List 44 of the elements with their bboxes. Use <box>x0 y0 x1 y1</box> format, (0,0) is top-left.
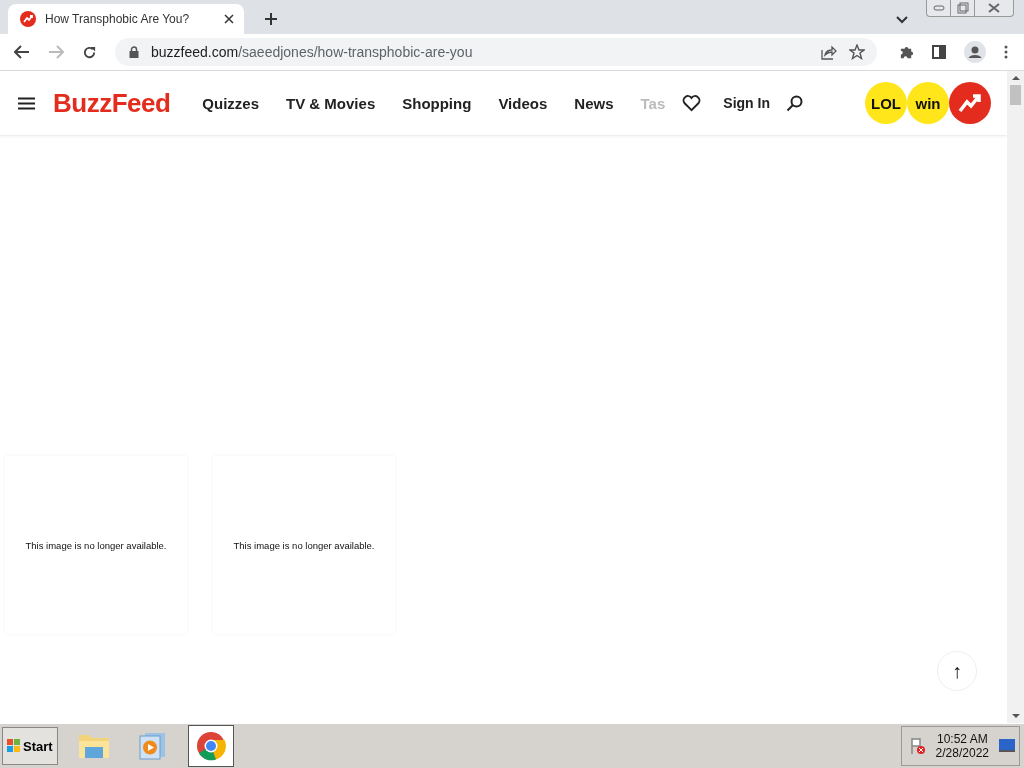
lock-icon <box>129 46 139 58</box>
clock-time: 10:52 AM <box>936 732 988 746</box>
reload-icon[interactable] <box>82 44 97 60</box>
nav-link[interactable]: Videos <box>498 94 548 112</box>
nav-link[interactable]: TV & Movies <box>286 94 376 112</box>
search-icon[interactable] <box>786 94 803 112</box>
site-logo[interactable]: BuzzFeed <box>53 87 171 119</box>
badge-link[interactable]: LOL <box>865 82 907 124</box>
close-icon <box>988 3 1000 13</box>
minimize-icon <box>932 5 945 11</box>
share-icon[interactable] <box>821 44 837 60</box>
image-unavailable-text: This image is no longer available. <box>233 539 375 551</box>
clock-date: 2/28/2022 <box>935 746 989 760</box>
address-bar[interactable]: buzzfeed.com/saeedjones/how-transphobic-are-you <box>115 38 877 66</box>
url-text: buzzfeed.com/saeedjones/how-transphobic-are-you <box>151 44 473 60</box>
restore-icon <box>956 2 969 14</box>
trending-icon <box>20 11 36 27</box>
profile-icon[interactable] <box>964 41 986 63</box>
menu-icon[interactable] <box>18 96 35 110</box>
more-menu-icon[interactable] <box>1004 45 1008 59</box>
flag-error-icon[interactable] <box>909 737 926 755</box>
puzzle-piece-icon[interactable] <box>899 44 914 60</box>
back-arrow-icon[interactable] <box>14 45 30 59</box>
trending-badge-icon[interactable] <box>949 82 991 124</box>
chrome-icon[interactable] <box>187 725 234 767</box>
badge-link[interactable]: win <box>907 82 949 124</box>
heart-icon[interactable] <box>682 94 702 112</box>
sign-in-link[interactable]: Sign In <box>723 95 770 111</box>
plus-icon[interactable] <box>264 12 278 26</box>
image-unavailable-text: This image is no longer available. <box>25 539 167 551</box>
nav-link[interactable]: Quizzes <box>202 94 260 112</box>
tab-title: How Transphobic Are You? <box>45 12 191 26</box>
star-icon[interactable] <box>849 44 865 60</box>
scrollbar[interactable] <box>1007 71 1024 723</box>
nav-link[interactable]: News <box>574 94 614 112</box>
nav-link[interactable]: Shopping <box>402 94 472 112</box>
close-icon[interactable] <box>224 14 234 24</box>
browser-tab[interactable]: How Transphobic Are You? <box>8 4 244 34</box>
start-button[interactable]: Start <box>2 727 58 765</box>
chevron-down-icon[interactable] <box>896 16 908 24</box>
windows-logo-icon <box>7 739 21 753</box>
side-panel-icon[interactable] <box>932 45 946 59</box>
back-to-top-button[interactable]: ↑ <box>937 651 977 691</box>
monitor-icon[interactable] <box>999 739 1015 753</box>
